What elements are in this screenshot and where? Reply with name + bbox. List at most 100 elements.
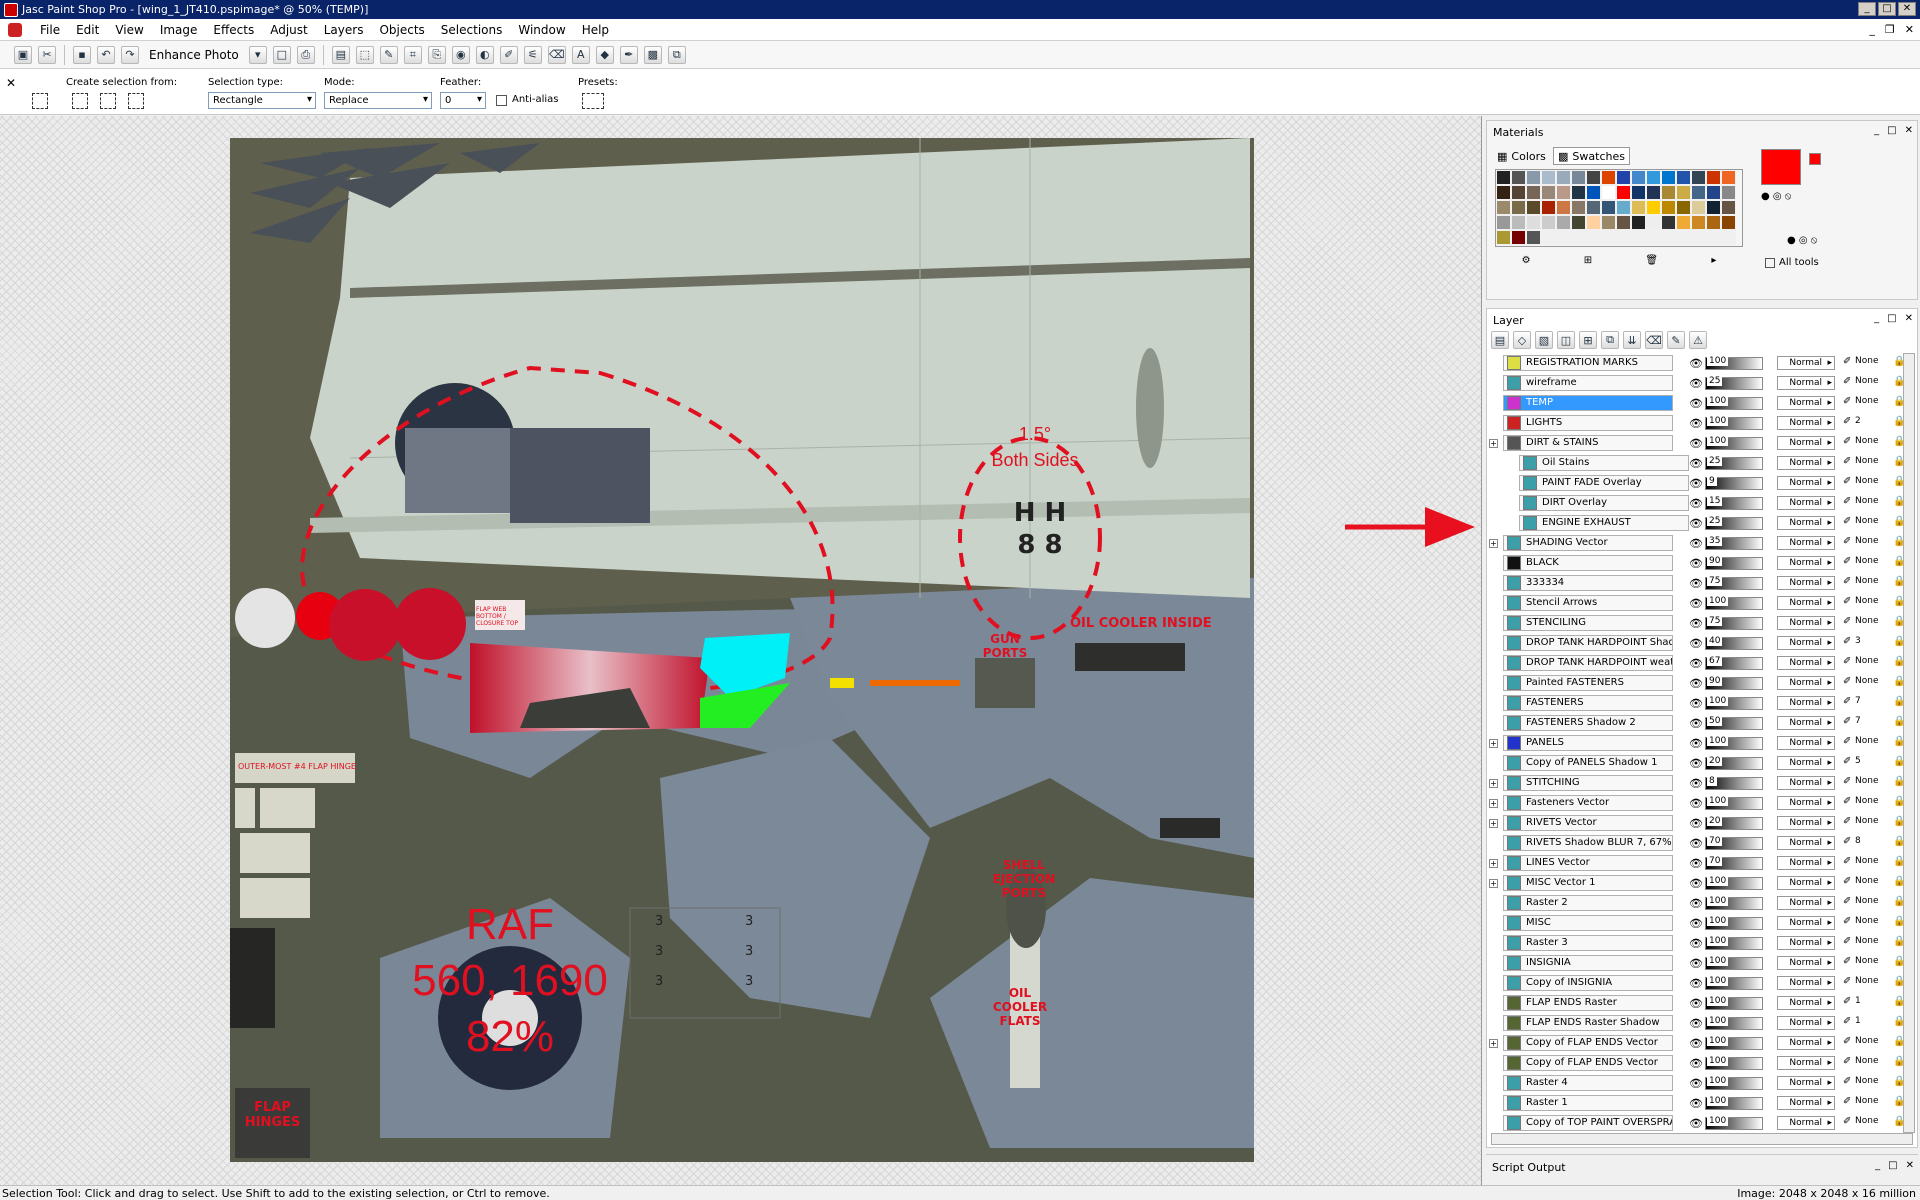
blend-mode-select[interactable]: Normal: [1777, 576, 1835, 590]
layer-name[interactable]: Copy of FLAP ENDS Vector: [1503, 1035, 1673, 1051]
layer-name[interactable]: LINES Vector: [1503, 855, 1673, 871]
swatch[interactable]: [1496, 185, 1511, 200]
swatch[interactable]: [1526, 170, 1541, 185]
link-icon[interactable]: ✐: [1843, 756, 1851, 767]
presets-dropdown-icon[interactable]: [582, 93, 604, 109]
layer-name[interactable]: REGISTRATION MARKS: [1503, 355, 1673, 371]
visibility-eye-icon[interactable]: 👁: [1689, 717, 1703, 730]
expand-icon[interactable]: +: [1489, 879, 1498, 888]
merge-layer-icon[interactable]: ⇊: [1623, 331, 1641, 349]
layer-name[interactable]: Fasteners Vector: [1503, 795, 1673, 811]
expand-icon[interactable]: +: [1489, 439, 1498, 448]
visibility-eye-icon[interactable]: 👁: [1689, 857, 1703, 870]
layer-name[interactable]: STENCILING: [1503, 615, 1673, 631]
layer-row[interactable]: +PANELS👁100Normal✐None🔒: [1487, 733, 1919, 753]
layer-row[interactable]: ENGINE EXHAUST👁25Normal✐None🔒: [1487, 513, 1919, 533]
swatch[interactable]: [1646, 170, 1661, 185]
swatch[interactable]: [1556, 185, 1571, 200]
feather-input[interactable]: 0: [440, 92, 486, 109]
blend-mode-select[interactable]: Normal: [1777, 436, 1835, 450]
pen-tool-icon[interactable]: ✒: [619, 45, 638, 64]
swatch[interactable]: [1661, 170, 1676, 185]
blend-mode-select[interactable]: Normal: [1777, 936, 1835, 950]
layers-close-icon[interactable]: ✕: [1905, 313, 1913, 324]
swatch[interactable]: [1586, 170, 1601, 185]
link-icon[interactable]: ✐: [1843, 716, 1851, 727]
layer-name[interactable]: DROP TANK HARDPOINT weath: [1503, 655, 1673, 671]
link-icon[interactable]: ✐: [1843, 876, 1851, 887]
swatch[interactable]: [1691, 200, 1706, 215]
expand-icon[interactable]: +: [1489, 739, 1498, 748]
swatch[interactable]: [1541, 215, 1556, 230]
visibility-eye-icon[interactable]: 👁: [1689, 877, 1703, 890]
blend-mode-select[interactable]: Normal: [1777, 976, 1835, 990]
layer-name[interactable]: MISC: [1503, 915, 1673, 931]
link-icon[interactable]: ✐: [1843, 956, 1851, 967]
layer-row[interactable]: Copy of INSIGNIA👁100Normal✐None🔒: [1487, 973, 1919, 993]
visibility-eye-icon[interactable]: 👁: [1689, 677, 1703, 690]
swatch[interactable]: [1601, 170, 1616, 185]
blend-mode-select[interactable]: Normal: [1777, 876, 1835, 890]
menu-adjust[interactable]: Adjust: [262, 23, 316, 37]
menu-selections[interactable]: Selections: [433, 23, 511, 37]
link-icon[interactable]: ✐: [1843, 736, 1851, 747]
layers-minimize-icon[interactable]: _: [1874, 313, 1879, 324]
link-icon[interactable]: ✐: [1843, 836, 1851, 847]
visibility-eye-icon[interactable]: 👁: [1689, 1077, 1703, 1090]
link-icon[interactable]: ✐: [1843, 976, 1851, 987]
layer-name[interactable]: FLAP ENDS Raster Shadow: [1503, 1015, 1673, 1031]
layer-tool-icon[interactable]: ▩: [643, 45, 662, 64]
doc-minimize-button[interactable]: _: [1869, 23, 1875, 36]
materials-minimize-icon[interactable]: _: [1874, 125, 1879, 136]
visibility-eye-icon[interactable]: 👁: [1689, 897, 1703, 910]
swatch[interactable]: [1541, 230, 1556, 245]
visibility-eye-icon[interactable]: 👁: [1689, 977, 1703, 990]
layer-row[interactable]: TEMP👁100Normal✐None🔒: [1487, 393, 1919, 413]
layer-name[interactable]: Painted FASTENERS: [1503, 675, 1673, 691]
swatch[interactable]: [1661, 230, 1676, 245]
browse-icon[interactable]: ▣: [14, 45, 32, 64]
link-icon[interactable]: ✐: [1843, 916, 1851, 927]
visibility-eye-icon[interactable]: 👁: [1689, 817, 1703, 830]
link-icon[interactable]: ✐: [1843, 516, 1851, 527]
link-icon[interactable]: ✐: [1843, 1096, 1851, 1107]
new-mask-layer-icon[interactable]: ◫: [1557, 331, 1575, 349]
swatch[interactable]: [1691, 185, 1706, 200]
layer-row[interactable]: PAINT FADE Overlay👁9Normal✐None🔒: [1487, 473, 1919, 493]
swatch[interactable]: [1631, 170, 1646, 185]
blend-mode-select[interactable]: Normal: [1777, 776, 1835, 790]
swatch[interactable]: [1496, 200, 1511, 215]
tool-options-close-icon[interactable]: ✕: [6, 76, 16, 90]
layer-name[interactable]: LIGHTS: [1503, 415, 1673, 431]
blend-mode-select[interactable]: Normal: [1777, 416, 1835, 430]
antialias-checkbox[interactable]: [496, 95, 507, 106]
blend-mode-select[interactable]: Normal: [1777, 796, 1835, 810]
menu-layers[interactable]: Layers: [316, 23, 372, 37]
link-icon[interactable]: ✐: [1843, 376, 1851, 387]
swatch[interactable]: [1511, 230, 1526, 245]
scissors-icon[interactable]: ✂: [38, 45, 56, 64]
blend-mode-select[interactable]: Normal: [1777, 1096, 1835, 1110]
link-icon[interactable]: ✐: [1843, 856, 1851, 867]
text-tool-icon[interactable]: A: [571, 45, 590, 64]
layer-name[interactable]: PANELS: [1503, 735, 1673, 751]
script-minimize-icon[interactable]: _: [1875, 1160, 1880, 1171]
edit-selection-icon[interactable]: ✎: [1667, 331, 1685, 349]
layer-row[interactable]: Painted FASTENERS👁90Normal✐None🔒: [1487, 673, 1919, 693]
blend-mode-select[interactable]: Normal: [1777, 616, 1835, 630]
blend-mode-select[interactable]: Normal: [1777, 376, 1835, 390]
link-icon[interactable]: ✐: [1843, 536, 1851, 547]
layer-name[interactable]: SHADING Vector: [1503, 535, 1673, 551]
visibility-eye-icon[interactable]: 👁: [1689, 937, 1703, 950]
layer-row[interactable]: Raster 3👁100Normal✐None🔒: [1487, 933, 1919, 953]
menu-effects[interactable]: Effects: [205, 23, 262, 37]
visibility-eye-icon[interactable]: 👁: [1689, 637, 1703, 650]
visibility-eye-icon[interactable]: 👁: [1689, 497, 1703, 510]
layer-row[interactable]: STENCILING👁75Normal✐None🔒: [1487, 613, 1919, 633]
visibility-eye-icon[interactable]: 👁: [1689, 357, 1703, 370]
layer-row[interactable]: wireframe👁25Normal✐None🔒: [1487, 373, 1919, 393]
layer-row[interactable]: FASTENERS👁100Normal✐7🔒: [1487, 693, 1919, 713]
duplicate-layer-icon[interactable]: ⧉: [1601, 331, 1619, 349]
minimize-button[interactable]: _: [1858, 2, 1876, 16]
swatch[interactable]: [1601, 185, 1616, 200]
